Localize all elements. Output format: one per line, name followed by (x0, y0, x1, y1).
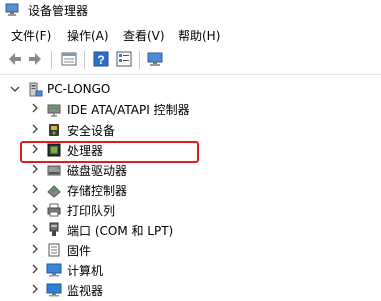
device-tree[interactable]: PC-LONGO IDE ATA/ATAPI 控制器 安全设备 处理器 磁盘驱动… (0, 76, 381, 301)
toolbar-separator (84, 51, 85, 69)
properties-icon[interactable] (60, 50, 78, 68)
tree-root-label: PC-LONGO (47, 82, 111, 96)
tree-item-label: 安全设备 (67, 124, 116, 138)
chevron-right-icon[interactable] (30, 244, 40, 254)
highlight-box (20, 141, 199, 163)
chevron-right-icon[interactable] (30, 184, 40, 194)
computer-icon (46, 263, 62, 277)
toolbar-separator (139, 51, 140, 69)
tree-item-label: 存储控制器 (67, 184, 128, 198)
chevron-right-icon[interactable] (30, 264, 40, 274)
tree-item-monitor[interactable]: 监视器 (0, 279, 381, 301)
pc-icon (29, 82, 43, 97)
window-title: 设备管理器 (28, 4, 89, 18)
monitor-icon (46, 283, 62, 297)
tree-item-label: 打印队列 (67, 204, 116, 218)
chevron-right-icon[interactable] (30, 103, 40, 113)
chevron-right-icon[interactable] (30, 164, 40, 174)
tree-item-printer[interactable]: 打印队列 (0, 199, 381, 221)
driver-list-icon[interactable] (115, 50, 133, 68)
tree-item-security[interactable]: 安全设备 (0, 119, 381, 141)
tree-item-label: 计算机 (67, 264, 104, 278)
chevron-right-icon[interactable] (30, 224, 40, 234)
back-arrow-icon[interactable] (6, 50, 24, 68)
firmware-icon (48, 243, 60, 257)
menu-bar: 文件(F) 操作(A) 查看(V) 帮助(H) (0, 25, 381, 45)
svg-text:?: ? (97, 53, 104, 67)
help-icon[interactable]: ? (92, 50, 110, 68)
tree-item-label: 磁盘驱动器 (67, 164, 128, 178)
tree-item-ide[interactable]: IDE ATA/ATAPI 控制器 (0, 98, 381, 120)
chevron-right-icon[interactable] (30, 124, 40, 134)
chevron-right-icon[interactable] (30, 284, 40, 294)
chevron-right-icon[interactable] (30, 204, 40, 214)
tree-item-label: IDE ATA/ATAPI 控制器 (67, 103, 190, 117)
toolbar-divider (0, 74, 381, 75)
storage-controller-icon (47, 185, 61, 198)
device-manager-icon (5, 3, 19, 16)
chevron-down-icon[interactable] (10, 84, 20, 94)
title-bar: 设备管理器 (0, 0, 381, 22)
scan-hardware-icon[interactable] (146, 50, 164, 68)
menu-file[interactable]: 文件(F) (11, 27, 51, 44)
toolbar-separator (51, 51, 52, 69)
security-device-icon (49, 124, 59, 136)
tree-item-storage[interactable]: 存储控制器 (0, 179, 381, 201)
tree-item-ports[interactable]: 端口 (COM 和 LPT) (0, 219, 381, 241)
forward-arrow-icon[interactable] (26, 50, 44, 68)
tree-item-label: 固件 (67, 244, 92, 258)
menu-help[interactable]: 帮助(H) (178, 27, 220, 44)
tree-item-label: 端口 (COM 和 LPT) (67, 224, 174, 238)
tree-item-computer[interactable]: 计算机 (0, 259, 381, 281)
menu-view[interactable]: 查看(V) (123, 27, 165, 44)
disk-drive-icon (47, 165, 61, 176)
tree-item-label: 监视器 (67, 284, 104, 298)
printer-icon (47, 203, 61, 217)
toolbar: ? (0, 47, 381, 73)
menu-action[interactable]: 操作(A) (67, 27, 109, 44)
ide-controller-icon (47, 104, 61, 117)
tree-item-firmware[interactable]: 固件 (0, 239, 381, 261)
port-icon (49, 222, 59, 236)
